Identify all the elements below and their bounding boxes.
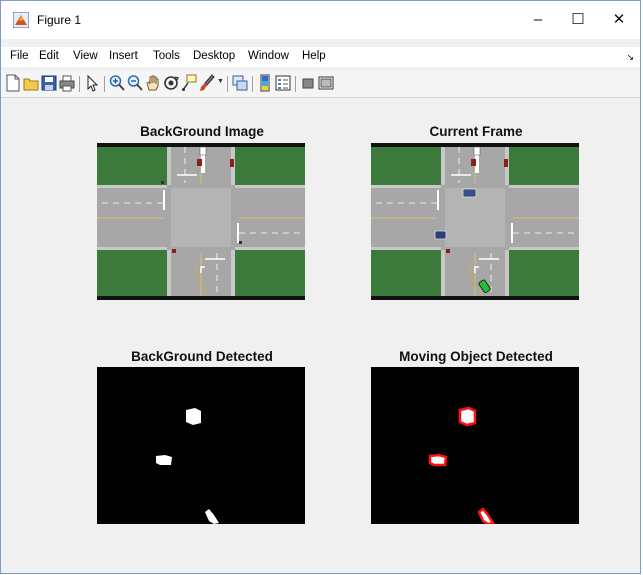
menu-file[interactable]: File	[10, 50, 29, 62]
new-figure-icon[interactable]	[5, 74, 21, 92]
toolbar-separator	[295, 76, 296, 92]
insert-legend-icon[interactable]	[275, 74, 291, 92]
brush-icon[interactable]	[199, 74, 215, 92]
hide-plot-tools-icon[interactable]	[300, 74, 316, 92]
open-file-icon[interactable]	[23, 74, 39, 92]
panel-title-background-detected: BackGround Detected	[131, 349, 273, 364]
zoom-out-icon[interactable]	[127, 74, 143, 92]
mask-blob	[156, 455, 172, 465]
menu-view[interactable]: View	[73, 50, 98, 62]
background-detected-axes[interactable]	[97, 367, 305, 524]
title-bar[interactable]: Figure 1 – ☐ ✕	[1, 1, 640, 39]
dock-arrow-icon[interactable]: ↘	[626, 52, 634, 63]
vehicle-blue-left	[434, 230, 447, 240]
brush-dropdown-icon[interactable]: ▼	[217, 78, 224, 85]
detected-object-outline	[458, 406, 477, 427]
figure-window: Figure 1 – ☐ ✕ File Edit View Insert Too…	[0, 0, 641, 574]
moving-object-detected-axes[interactable]	[371, 367, 579, 524]
toolbar-separator	[227, 76, 228, 92]
show-plot-tools-icon[interactable]	[318, 74, 334, 92]
link-plot-icon[interactable]	[232, 74, 248, 92]
maximize-button[interactable]: ☐	[563, 9, 593, 31]
menu-bar: File Edit View Insert Tools Desktop Wind…	[1, 47, 640, 67]
menu-tools[interactable]: Tools	[153, 50, 180, 62]
panel-title-background-image: BackGround Image	[140, 124, 264, 139]
panel-title-moving-object-detected: Moving Object Detected	[399, 349, 553, 364]
detected-object-outline	[428, 453, 448, 467]
toolbar-separator	[252, 76, 253, 92]
print-icon[interactable]	[59, 74, 75, 92]
figure-toolbar: ▼	[1, 71, 640, 98]
matlab-figure-icon	[13, 12, 29, 28]
menu-insert[interactable]: Insert	[109, 50, 138, 62]
mask-blob	[186, 408, 201, 425]
insert-colorbar-icon[interactable]	[257, 74, 273, 92]
menu-edit[interactable]: Edit	[39, 50, 59, 62]
current-frame-axes[interactable]	[371, 143, 579, 300]
menu-window[interactable]: Window	[248, 50, 289, 62]
edit-plot-arrow-icon[interactable]	[84, 74, 100, 92]
toolbar-separator	[104, 76, 105, 92]
toolbar-separator	[79, 76, 80, 92]
close-button[interactable]: ✕	[604, 9, 634, 31]
minimize-button[interactable]: –	[523, 9, 553, 31]
menu-desktop[interactable]: Desktop	[193, 50, 235, 62]
vehicle-blue-top	[462, 188, 477, 198]
window-title: Figure 1	[37, 13, 82, 27]
zoom-in-icon[interactable]	[109, 74, 125, 92]
background-image-axes[interactable]	[97, 143, 305, 300]
rotate-3d-icon[interactable]	[163, 74, 179, 92]
panel-title-current-frame: Current Frame	[429, 124, 523, 139]
data-cursor-icon[interactable]	[181, 74, 197, 92]
save-icon[interactable]	[41, 74, 57, 92]
pan-hand-icon[interactable]	[145, 74, 161, 92]
menu-help[interactable]: Help	[302, 50, 326, 62]
